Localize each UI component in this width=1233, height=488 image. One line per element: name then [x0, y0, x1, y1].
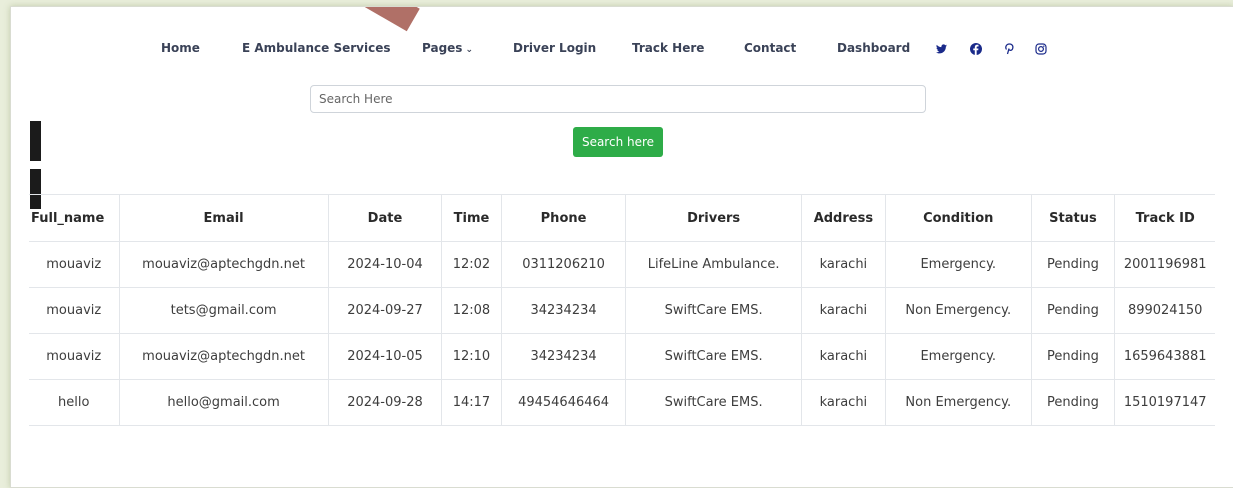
cell-drivers: SwiftCare EMS.: [625, 287, 802, 334]
cell-time: 12:10: [441, 333, 502, 380]
column-header-phone: Phone: [500, 194, 626, 242]
cell-track-id: 2001196981: [1114, 241, 1215, 288]
cell-time: 12:02: [441, 241, 502, 288]
top-navigation: Home E Ambulance Services Pages ⌄ Driver …: [11, 41, 1233, 61]
search-input[interactable]: [310, 85, 926, 113]
nav-driver-login[interactable]: Driver Login: [513, 41, 596, 55]
column-header-address: Address: [800, 194, 886, 242]
cell-phone: 34234234: [500, 287, 626, 334]
column-header-drivers: Drivers: [625, 194, 802, 242]
column-header-status: Status: [1030, 194, 1115, 242]
facebook-icon[interactable]: [968, 41, 984, 57]
nav-home[interactable]: Home: [161, 41, 200, 55]
table-header-row: Full_name Email Date Time Phone Drivers …: [29, 194, 1215, 242]
table-row: hello hello@gmail.com 2024-09-28 14:17 4…: [29, 379, 1215, 426]
column-header-condition: Condition: [885, 194, 1031, 242]
cell-address: karachi: [800, 379, 886, 426]
cell-condition: Non Emergency.: [885, 379, 1031, 426]
nav-contact[interactable]: Contact: [744, 41, 796, 55]
cell-date: 2024-09-27: [327, 287, 442, 334]
cell-status: Pending: [1030, 241, 1115, 288]
cell-date: 2024-09-28: [327, 379, 442, 426]
page-frame: Home E Ambulance Services Pages ⌄ Driver …: [10, 6, 1233, 488]
bookings-table: Full_name Email Date Time Phone Drivers …: [29, 194, 1215, 426]
cell-address: karachi: [800, 287, 886, 334]
chevron-down-icon: ⌄: [465, 45, 473, 55]
cell-track-id: 1510197147: [1114, 379, 1215, 426]
table-body: mouaviz mouaviz@aptechgdn.net 2024-10-04…: [29, 241, 1215, 426]
cell-full-name: hello: [29, 379, 119, 426]
cell-full-name: mouaviz: [29, 241, 119, 288]
cell-address: karachi: [800, 241, 886, 288]
cell-phone: 49454646464: [500, 379, 626, 426]
pinterest-icon[interactable]: [1001, 41, 1017, 57]
table-row: mouaviz tets@gmail.com 2024-09-27 12:08 …: [29, 287, 1215, 334]
decorative-shape: [358, 7, 420, 32]
cell-date: 2024-10-05: [327, 333, 442, 380]
column-header-time: Time: [441, 194, 502, 242]
cell-email: hello@gmail.com: [118, 379, 329, 426]
cell-full-name: mouaviz: [29, 333, 119, 380]
cell-status: Pending: [1030, 333, 1115, 380]
cell-time: 12:08: [441, 287, 502, 334]
nav-pages-label: Pages: [422, 41, 463, 55]
search-button[interactable]: Search here: [573, 127, 663, 157]
cell-condition: Emergency.: [885, 333, 1031, 380]
nav-pages-dropdown[interactable]: Pages ⌄: [422, 41, 473, 55]
instagram-icon[interactable]: [1033, 41, 1049, 57]
table-row: mouaviz mouaviz@aptechgdn.net 2024-10-05…: [29, 333, 1215, 380]
twitter-icon[interactable]: [933, 41, 949, 57]
cell-time: 14:17: [441, 379, 502, 426]
cell-status: Pending: [1030, 287, 1115, 334]
cell-drivers: SwiftCare EMS.: [625, 333, 802, 380]
black-bar-marker: [30, 121, 41, 161]
nav-e-ambulance-services[interactable]: E Ambulance Services: [242, 41, 391, 55]
cell-track-id: 899024150: [1114, 287, 1215, 334]
cell-date: 2024-10-04: [327, 241, 442, 288]
column-header-email: Email: [118, 194, 329, 242]
column-header-full-name: Full_name: [29, 194, 119, 242]
cell-status: Pending: [1030, 379, 1115, 426]
table-row: mouaviz mouaviz@aptechgdn.net 2024-10-04…: [29, 241, 1215, 288]
cell-email: mouaviz@aptechgdn.net: [118, 333, 329, 380]
cell-email: tets@gmail.com: [118, 287, 329, 334]
cell-drivers: SwiftCare EMS.: [625, 379, 802, 426]
cell-full-name: mouaviz: [29, 287, 119, 334]
column-header-track-id: Track ID: [1114, 194, 1215, 242]
cell-condition: Emergency.: [885, 241, 1031, 288]
cell-address: karachi: [800, 333, 886, 380]
cell-phone: 0311206210: [500, 241, 626, 288]
cell-email: mouaviz@aptechgdn.net: [118, 241, 329, 288]
cell-drivers: LifeLine Ambulance.: [625, 241, 802, 288]
cell-condition: Non Emergency.: [885, 287, 1031, 334]
cell-phone: 34234234: [500, 333, 626, 380]
nav-track-here[interactable]: Track Here: [632, 41, 704, 55]
cell-track-id: 1659643881: [1114, 333, 1215, 380]
nav-dashboard[interactable]: Dashboard: [837, 41, 910, 55]
column-header-date: Date: [327, 194, 442, 242]
